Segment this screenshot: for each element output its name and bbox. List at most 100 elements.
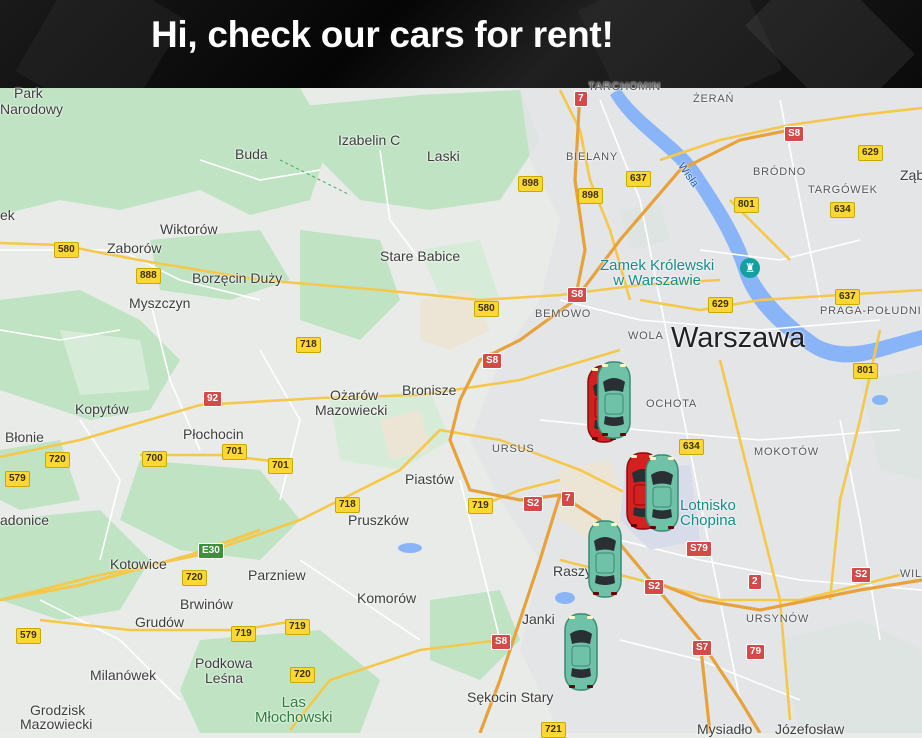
road-shield: S8: [567, 287, 588, 303]
district-label: BRÓDNO: [753, 166, 807, 178]
park-label-line: Młochowski: [255, 709, 333, 726]
place-label: Borzęcin Duży: [192, 270, 283, 286]
road-shield: S2: [644, 579, 665, 595]
car-icon: [597, 361, 631, 439]
district-label: BIELANY: [566, 151, 619, 163]
place-label: Parzniew: [248, 567, 306, 583]
place-label: Leśna: [205, 670, 244, 686]
district-label: PRAGA-POŁUDNIE: [820, 305, 922, 317]
place-label: ek: [0, 207, 15, 223]
district-label: OCHOTA: [646, 398, 698, 410]
car-icon: [588, 520, 622, 598]
road-shield: S8: [491, 634, 512, 650]
place-label: Grudów: [135, 614, 185, 630]
district-label: WIL: [900, 568, 922, 580]
map-base: [0, 88, 922, 733]
place-label: Brwinów: [180, 596, 233, 612]
teal-car-marker[interactable]: [644, 453, 680, 533]
road-shield: 700: [142, 451, 167, 467]
place-label: Park: [14, 85, 43, 101]
page-title: Hi, check our cars for rent!: [151, 14, 614, 55]
park-label-line: Las: [281, 694, 306, 711]
place-label: Mazowiecki: [315, 402, 388, 418]
road-shield: 898: [578, 188, 603, 204]
road-shield: 718: [335, 497, 360, 513]
road-shield: 637: [835, 289, 860, 305]
place-label: Sękocin Stary: [467, 689, 554, 705]
poi-label-line: Chopina: [680, 512, 736, 529]
road-shield: 7: [561, 491, 575, 507]
teal-car-marker[interactable]: [563, 612, 599, 692]
district-label: TARGÓWEK: [808, 184, 878, 196]
castle-icon[interactable]: ♜: [740, 258, 760, 278]
car-icon: [645, 454, 679, 532]
poi-label-line: Lotnisko: [680, 497, 736, 514]
teal-car-marker[interactable]: [596, 360, 632, 440]
poi-label[interactable]: Zamek Królewski w Warszawie: [600, 258, 714, 288]
place-label: adonice: [0, 512, 50, 528]
road-shield: S8: [482, 353, 503, 369]
map-view[interactable]: Park Narodowy Buda Izabelin C Laski ek Wiktoró…: [0, 81, 922, 738]
place-label: Błonie: [5, 429, 44, 445]
poi-label-line: Zamek Królewski: [600, 257, 715, 274]
place-label: Kopytów: [75, 401, 129, 417]
place-label: Narodowy: [0, 101, 64, 117]
place-label: Pruszków: [348, 512, 409, 528]
road-shield: S7: [692, 640, 713, 656]
road-shield: 629: [708, 297, 733, 313]
place-label: Mazowiecki: [20, 716, 93, 732]
place-label: Kotowice: [110, 556, 167, 572]
road-shield: 720: [45, 452, 70, 468]
road-shield: S8: [784, 126, 805, 142]
road-shield: S2: [851, 567, 872, 583]
road-shield: 801: [734, 197, 759, 213]
road-shield: S2: [523, 496, 544, 512]
place-label: Myszczyn: [129, 295, 191, 311]
poi-label[interactable]: Lotnisko Chopina: [680, 498, 736, 528]
road-shield: 721: [541, 722, 566, 738]
place-label: Izabelin C: [338, 132, 401, 148]
place-label: Piastów: [405, 471, 455, 487]
teal-car-marker[interactable]: [587, 519, 623, 599]
district-label: URSYNÓW: [746, 613, 810, 625]
road-shield: 888: [136, 268, 161, 284]
road-shield: 7: [574, 91, 588, 107]
place-label: Płochocin: [183, 426, 244, 442]
road-shield: S79: [686, 541, 712, 557]
road-shield: 579: [16, 628, 41, 644]
place-label: Laski: [427, 148, 460, 164]
district-label: BEMOWO: [535, 308, 592, 320]
road-shield: 718: [296, 337, 321, 353]
road-shield: 79: [746, 644, 766, 660]
road-shield: 701: [268, 458, 293, 474]
road-shield: 898: [518, 176, 543, 192]
district-label: ŻERAŃ: [693, 93, 735, 105]
place-label: Józefosław: [775, 721, 845, 737]
road-shield: 580: [474, 301, 499, 317]
place-label: Komorów: [357, 590, 417, 606]
park-label: Las Młochowski: [255, 695, 333, 725]
road-shield: 801: [853, 363, 878, 379]
place-label: Ząb: [900, 167, 922, 183]
place-label: Zaborów: [107, 240, 162, 256]
page-header: Hi, check our cars for rent!: [0, 0, 922, 88]
place-label: Wiktorów: [160, 221, 218, 237]
road-shield: 634: [679, 439, 704, 455]
place-label: Bronisze: [402, 382, 457, 398]
road-shield: 719: [231, 626, 256, 642]
road-shield: 637: [626, 171, 651, 187]
place-label: Ożarów: [330, 387, 379, 403]
district-label: URSUS: [492, 443, 535, 455]
place-label: Buda: [235, 146, 268, 162]
place-label: Milanówek: [90, 667, 157, 683]
road-shield: E30: [198, 543, 224, 559]
road-shield: 720: [182, 570, 207, 586]
district-label: MOKOTÓW: [754, 446, 819, 458]
poi-label-line: w Warszawie: [613, 272, 701, 289]
place-label: Janki: [522, 611, 555, 627]
road-shield: 580: [54, 242, 79, 258]
road-shield: 92: [203, 391, 223, 407]
road-shield: 2: [748, 574, 762, 590]
road-shield: 719: [468, 498, 493, 514]
road-shield: 634: [830, 202, 855, 218]
